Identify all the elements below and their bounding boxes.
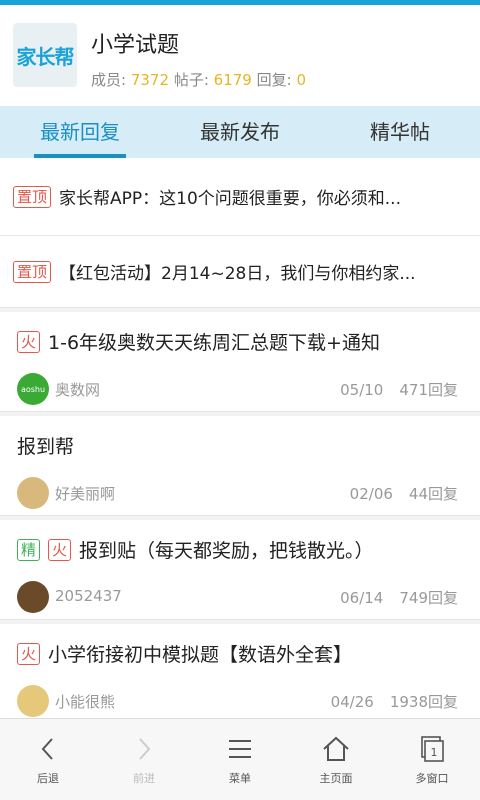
forum-header: 家长帮 小学试题 成员: 7372 帖子: 6179 回复: 0 bbox=[0, 5, 480, 106]
back-icon bbox=[41, 737, 53, 760]
hot-badge: 火 bbox=[17, 330, 41, 353]
post-item[interactable]: 火 1-6年级奥数天天练周汇总题下载+通知 aoshu 奥数网 05/10 471回复 bbox=[0, 312, 480, 412]
windows-button[interactable]: 1 多窗口 bbox=[384, 719, 480, 800]
post-author: 2052437 bbox=[55, 587, 122, 605]
menu-icon bbox=[229, 739, 251, 758]
browser-bottom-bar: 后退 前进 菜单 主页面 1 多窗口 bbox=[0, 718, 480, 800]
windows-icon: 1 bbox=[421, 735, 444, 762]
pinned-badge: 置顶 bbox=[13, 260, 52, 283]
pinned-title: 【红包活动】2月14~28日，我们与你相约家... bbox=[59, 264, 416, 284]
forum-logo: 家长帮 bbox=[13, 23, 77, 87]
post-title-row: 火 1-6年级奥数天天练周汇总题下载+通知 bbox=[17, 328, 380, 355]
post-reply-count: 1938回复 bbox=[389, 693, 458, 711]
post-meta: 05/10 471回复 bbox=[340, 379, 458, 400]
post-meta: 04/26 1938回复 bbox=[331, 691, 458, 712]
replies-label: 回复: bbox=[256, 71, 292, 89]
post-title: 1-6年级奥数天天练周汇总题下载+通知 bbox=[48, 332, 380, 354]
posts-label: 帖子: bbox=[173, 71, 209, 89]
pinned-title: 家长帮APP：这10个问题很重要，你必须和... bbox=[59, 189, 401, 209]
members-count: 7372 bbox=[130, 71, 170, 89]
avatar[interactable] bbox=[17, 477, 49, 509]
featured-badge: 精 bbox=[17, 538, 41, 561]
replies-count: 0 bbox=[296, 71, 307, 89]
forward-icon bbox=[139, 737, 151, 760]
post-title-row: 报到帮 bbox=[17, 432, 74, 459]
post-author: 小能很熊 bbox=[55, 693, 116, 711]
tab-latest-reply[interactable]: 最新回复 bbox=[0, 106, 160, 158]
tab-featured[interactable]: 精华帖 bbox=[320, 106, 480, 158]
post-list: 火 1-6年级奥数天天练周汇总题下载+通知 aoshu 奥数网 05/10 471回复报到… bbox=[0, 312, 480, 724]
posts-count: 6179 bbox=[213, 71, 252, 89]
hot-badge: 火 bbox=[17, 642, 41, 665]
post-reply-count: 44回复 bbox=[408, 485, 458, 503]
menu-label: 菜单 bbox=[229, 771, 251, 785]
members-label: 成员: bbox=[91, 71, 127, 89]
back-label: 后退 bbox=[37, 771, 59, 785]
back-button[interactable]: 后退 bbox=[0, 719, 96, 800]
post-title-row: 精火报到贴（每天都奖励，把钱散光。） bbox=[17, 536, 374, 563]
post-date: 04/26 bbox=[330, 693, 374, 711]
window-count: 1 bbox=[431, 746, 438, 759]
post-item[interactable]: 报到帮好美丽啊 02/06 44回复 bbox=[0, 416, 480, 516]
post-title-row: 火小学衔接初中模拟题【数语外全套】 bbox=[17, 640, 352, 667]
post-reply-count: 471回复 bbox=[399, 381, 458, 399]
windows-label: 多窗口 bbox=[415, 771, 449, 785]
post-title: 报到帮 bbox=[17, 436, 75, 458]
pinned-post[interactable]: 置顶 家长帮APP：这10个问题很重要，你必须和... bbox=[0, 158, 480, 236]
forward-button[interactable]: 前进 bbox=[96, 719, 192, 800]
post-item[interactable]: 火小学衔接初中模拟题【数语外全套】小能很熊 04/26 1938回复 bbox=[0, 624, 480, 724]
avatar[interactable] bbox=[17, 685, 49, 717]
forward-label: 前进 bbox=[133, 771, 155, 785]
pinned-post[interactable]: 置顶 【红包活动】2月14~28日，我们与你相约家... bbox=[0, 236, 480, 308]
tab-latest-post[interactable]: 最新发布 bbox=[160, 106, 320, 158]
avatar[interactable]: aoshu bbox=[17, 373, 49, 405]
post-meta: 06/14 749回复 bbox=[340, 587, 458, 608]
home-button[interactable]: 主页面 bbox=[288, 719, 384, 800]
tab-bar: 最新回复 最新发布 精华帖 bbox=[0, 106, 480, 158]
forum-stats: 成员: 7372 帖子: 6179 回复: 0 bbox=[91, 69, 306, 90]
avatar-text: aoshu bbox=[20, 384, 46, 394]
home-icon bbox=[323, 736, 349, 761]
post-author: 奥数网 bbox=[55, 381, 101, 399]
avatar[interactable] bbox=[17, 581, 49, 613]
hot-badge: 火 bbox=[48, 538, 72, 561]
post-title: 报到贴（每天都奖励，把钱散光。） bbox=[79, 540, 374, 562]
post-meta: 02/06 44回复 bbox=[350, 483, 458, 504]
post-reply-count: 749回复 bbox=[399, 589, 458, 607]
post-date: 05/10 bbox=[340, 381, 384, 399]
forum-title: 小学试题 bbox=[91, 33, 180, 58]
home-label: 主页面 bbox=[319, 771, 353, 785]
menu-button[interactable]: 菜单 bbox=[192, 719, 288, 800]
post-author: 好美丽啊 bbox=[55, 485, 116, 503]
logo-text: 家长帮 bbox=[16, 44, 75, 69]
post-date: 02/06 bbox=[349, 485, 393, 503]
post-title: 小学衔接初中模拟题【数语外全套】 bbox=[48, 644, 353, 666]
pinned-badge: 置顶 bbox=[13, 185, 52, 208]
post-item[interactable]: 精火报到贴（每天都奖励，把钱散光。） 2052437 06/14 749回复 bbox=[0, 520, 480, 620]
post-date: 06/14 bbox=[340, 589, 384, 607]
